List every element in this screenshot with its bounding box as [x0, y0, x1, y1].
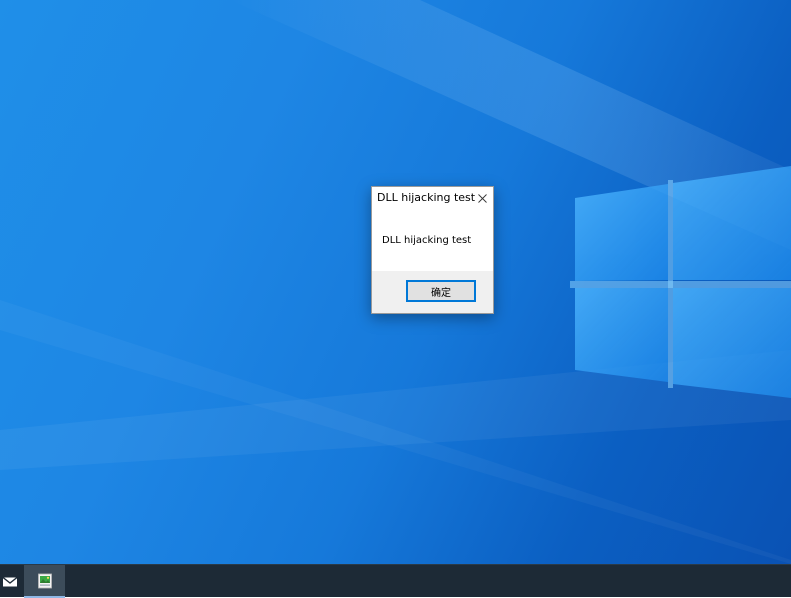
app-icon: [37, 573, 52, 588]
desktop-background: DLL hijacking test DLL hijacking test 确定: [0, 0, 791, 564]
message-box-dialog: DLL hijacking test DLL hijacking test 确定: [371, 186, 494, 314]
close-button[interactable]: [474, 189, 490, 207]
ok-button[interactable]: 确定: [406, 280, 476, 302]
taskbar: [0, 564, 791, 598]
dialog-title: DLL hijacking test: [377, 191, 476, 204]
dialog-button-bar: 确定: [372, 271, 493, 313]
mail-icon: [2, 576, 18, 586]
windows-logo: [570, 166, 791, 398]
taskbar-app-button[interactable]: [24, 565, 65, 598]
taskbar-mail-button[interactable]: [0, 565, 20, 598]
dialog-message: DLL hijacking test: [382, 235, 472, 246]
close-icon: [477, 193, 487, 203]
